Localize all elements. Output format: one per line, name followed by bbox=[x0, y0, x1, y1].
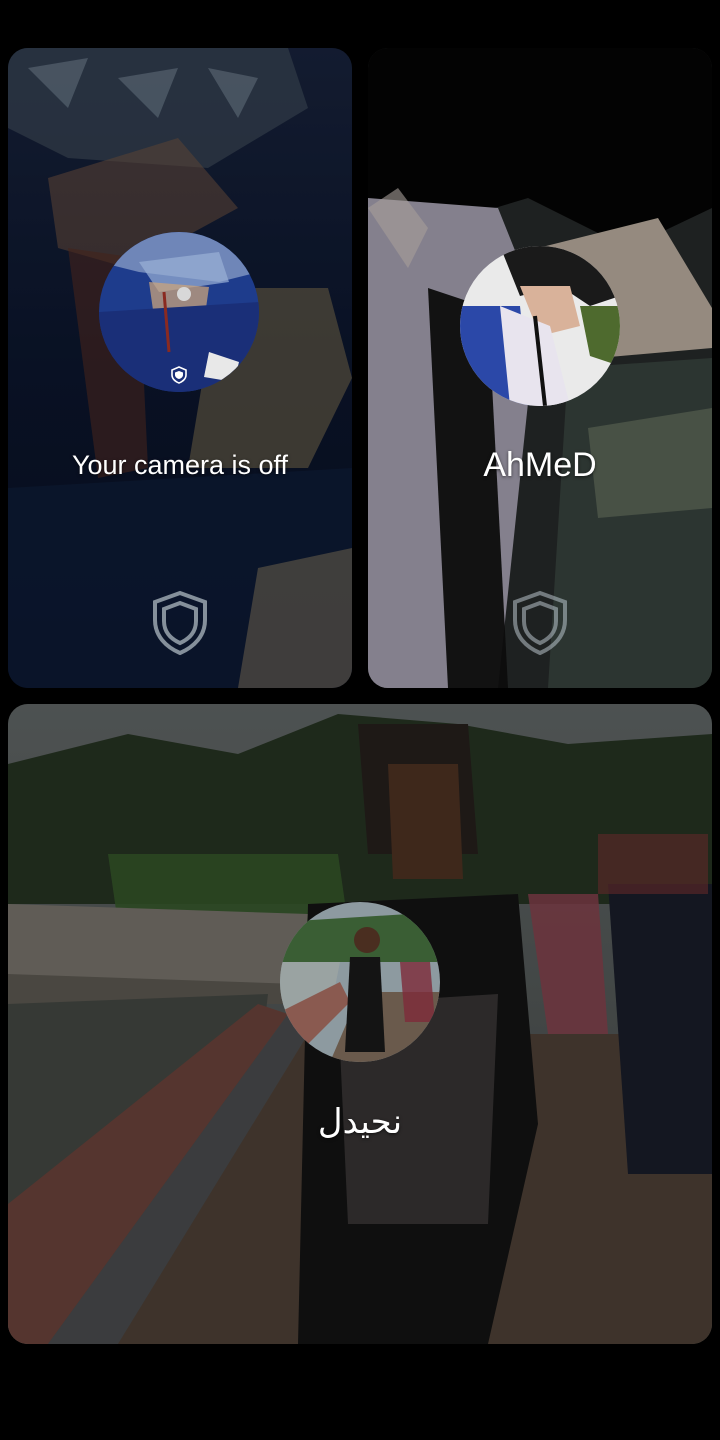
participant-name: نحيدل bbox=[317, 1103, 403, 1141]
participant-tile-self[interactable]: Your camera is off bbox=[8, 48, 352, 688]
video-call-screen: Your camera is off AhMeD نحيدل bbox=[0, 0, 720, 1440]
camera-off-label: Your camera is off bbox=[71, 450, 289, 480]
shield-icon bbox=[511, 590, 569, 656]
avatar-shield-badge-icon bbox=[171, 366, 187, 384]
participant-avatar bbox=[280, 902, 440, 1062]
participant-avatar bbox=[99, 232, 259, 392]
participant-avatar bbox=[460, 246, 620, 406]
shield-icon bbox=[151, 590, 209, 656]
participant-tile-ahmed[interactable]: AhMeD bbox=[368, 48, 712, 688]
participant-name: AhMeD bbox=[483, 446, 597, 484]
participant-tile-third[interactable]: نحيدل bbox=[8, 704, 712, 1344]
